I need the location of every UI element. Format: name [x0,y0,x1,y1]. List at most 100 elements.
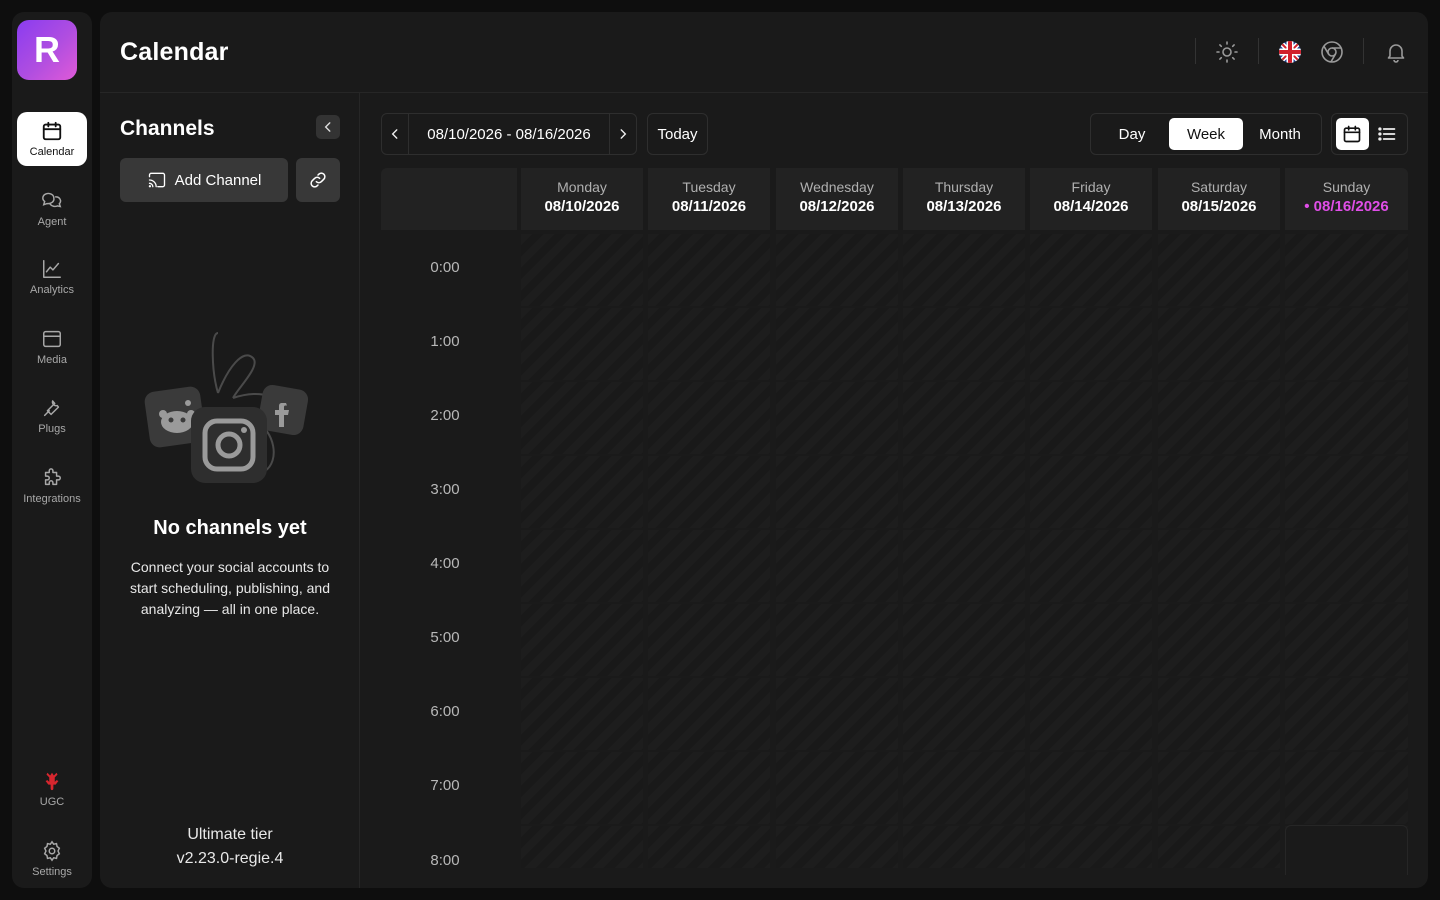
time-slot-cell[interactable] [1285,234,1408,306]
sidebar-item-ugc[interactable]: UGC [17,762,87,816]
day-date: 08/10/2026 [544,198,620,215]
time-slot-cell[interactable] [903,382,1025,454]
time-slot-cell[interactable] [1285,530,1408,602]
view-month-option[interactable]: Month [1243,118,1317,150]
calendar-mode-button[interactable] [1336,118,1369,150]
time-slot-cell[interactable] [648,456,770,528]
sidebar-item-settings[interactable]: Settings [17,832,87,886]
view-week-option[interactable]: Week [1169,118,1243,150]
time-slot-cell[interactable] [903,678,1025,750]
sidebar-item-label: UGC [39,796,65,808]
time-slot-cell[interactable] [1030,382,1152,454]
day-name: Monday [557,179,607,195]
time-slot-cell[interactable] [776,826,898,868]
time-slot-cell[interactable] [776,530,898,602]
time-slot-cell[interactable] [1158,234,1280,306]
time-slot-cell[interactable] [521,826,643,868]
language-button[interactable] [1276,38,1304,66]
app-logo[interactable]: R [17,20,77,80]
time-slot-cell[interactable] [903,456,1025,528]
time-slot-cell[interactable] [776,456,898,528]
view-day-option[interactable]: Day [1095,118,1169,150]
time-slot-cell[interactable] [1285,678,1408,750]
sidebar-item-media[interactable]: Media [17,320,87,374]
time-slot-cell[interactable] [1158,678,1280,750]
time-slot-cell[interactable] [521,604,643,676]
time-slot-cell[interactable] [648,382,770,454]
time-slot-cell[interactable] [1030,678,1152,750]
time-slot-cell[interactable] [1285,382,1408,454]
add-channel-button[interactable]: Add Channel [120,158,288,202]
day-name: Wednesday [800,179,874,195]
time-slot-cell[interactable] [648,308,770,380]
time-slot-cell[interactable] [1285,456,1408,528]
copy-link-button[interactable] [296,158,340,202]
week-time-grid [520,234,1408,868]
time-slot-cell[interactable] [1030,752,1152,824]
time-slot-cell[interactable] [776,678,898,750]
time-slot-cell[interactable] [648,530,770,602]
sidebar-item-integrations[interactable]: Integrations [17,459,87,513]
time-slot-cell[interactable] [1030,604,1152,676]
time-slot-cell[interactable] [1158,826,1280,868]
list-mode-button[interactable] [1371,118,1404,150]
theme-toggle-button[interactable] [1213,38,1241,66]
time-slot-cell[interactable] [1030,234,1152,306]
time-slot-cell[interactable] [1158,308,1280,380]
time-slot-cell[interactable] [521,308,643,380]
time-slot-cell[interactable] [521,234,643,306]
time-slot-cell[interactable] [1030,530,1152,602]
time-slot-cell[interactable] [521,678,643,750]
notifications-button[interactable] [1382,38,1410,66]
time-slot-cell[interactable] [1285,752,1408,824]
time-slot-cell[interactable] [776,382,898,454]
version-label: v2.23.0-regie.4 [176,850,284,867]
time-slot-cell[interactable] [648,604,770,676]
previous-week-button[interactable] [382,114,409,154]
time-slot-cell[interactable] [776,752,898,824]
sidebar: R Calendar Agent Analytics Media Plugs I… [12,12,92,888]
time-slot-cell[interactable] [521,530,643,602]
time-slot-cell[interactable] [776,234,898,306]
time-slot-cell[interactable] [521,752,643,824]
time-slot-cell[interactable] [1158,604,1280,676]
collapse-panel-button[interactable] [316,115,340,139]
sidebar-item-plugs[interactable]: Plugs [17,389,87,443]
time-slot-cell[interactable] [521,456,643,528]
hour-label: 7:00 [430,777,460,794]
day-header-tuesday: Tuesday 08/11/2026 [648,168,770,230]
browser-extension-button[interactable] [1318,38,1346,66]
time-slot-cell[interactable] [903,234,1025,306]
time-slot-cell[interactable] [776,604,898,676]
time-slot-cell[interactable] [903,604,1025,676]
sidebar-item-analytics[interactable]: Analytics [17,250,87,304]
day-header-thursday: Thursday 08/13/2026 [903,168,1025,230]
time-slot-cell[interactable] [1030,308,1152,380]
channels-title: Channels [120,117,215,140]
time-slot-cell[interactable] [1285,604,1408,676]
time-slot-cell[interactable] [903,530,1025,602]
time-slot-cell[interactable] [1030,826,1152,868]
sidebar-item-calendar[interactable]: Calendar [17,112,87,166]
time-slot-cell[interactable] [1030,456,1152,528]
time-slot-cell[interactable] [776,308,898,380]
time-slot-cell[interactable] [1158,382,1280,454]
time-slot-cell[interactable] [648,752,770,824]
next-week-button[interactable] [609,114,636,154]
time-slot-cell[interactable] [1158,456,1280,528]
sidebar-item-agent[interactable]: Agent [17,182,87,236]
time-slot-cell[interactable] [1158,530,1280,602]
time-slot-cell[interactable] [648,826,770,868]
page-title: Calendar [120,38,229,66]
channels-panel: Channels Add Channel No channels yet Con… [100,93,360,888]
time-slot-cell[interactable] [521,382,643,454]
day-name: Saturday [1190,179,1248,195]
time-slot-cell[interactable] [903,308,1025,380]
today-button[interactable]: Today [647,113,708,155]
time-slot-cell[interactable] [1158,752,1280,824]
time-slot-cell[interactable] [903,752,1025,824]
time-slot-cell[interactable] [903,826,1025,868]
time-slot-cell[interactable] [648,678,770,750]
time-slot-cell[interactable] [648,234,770,306]
time-slot-cell[interactable] [1285,308,1408,380]
